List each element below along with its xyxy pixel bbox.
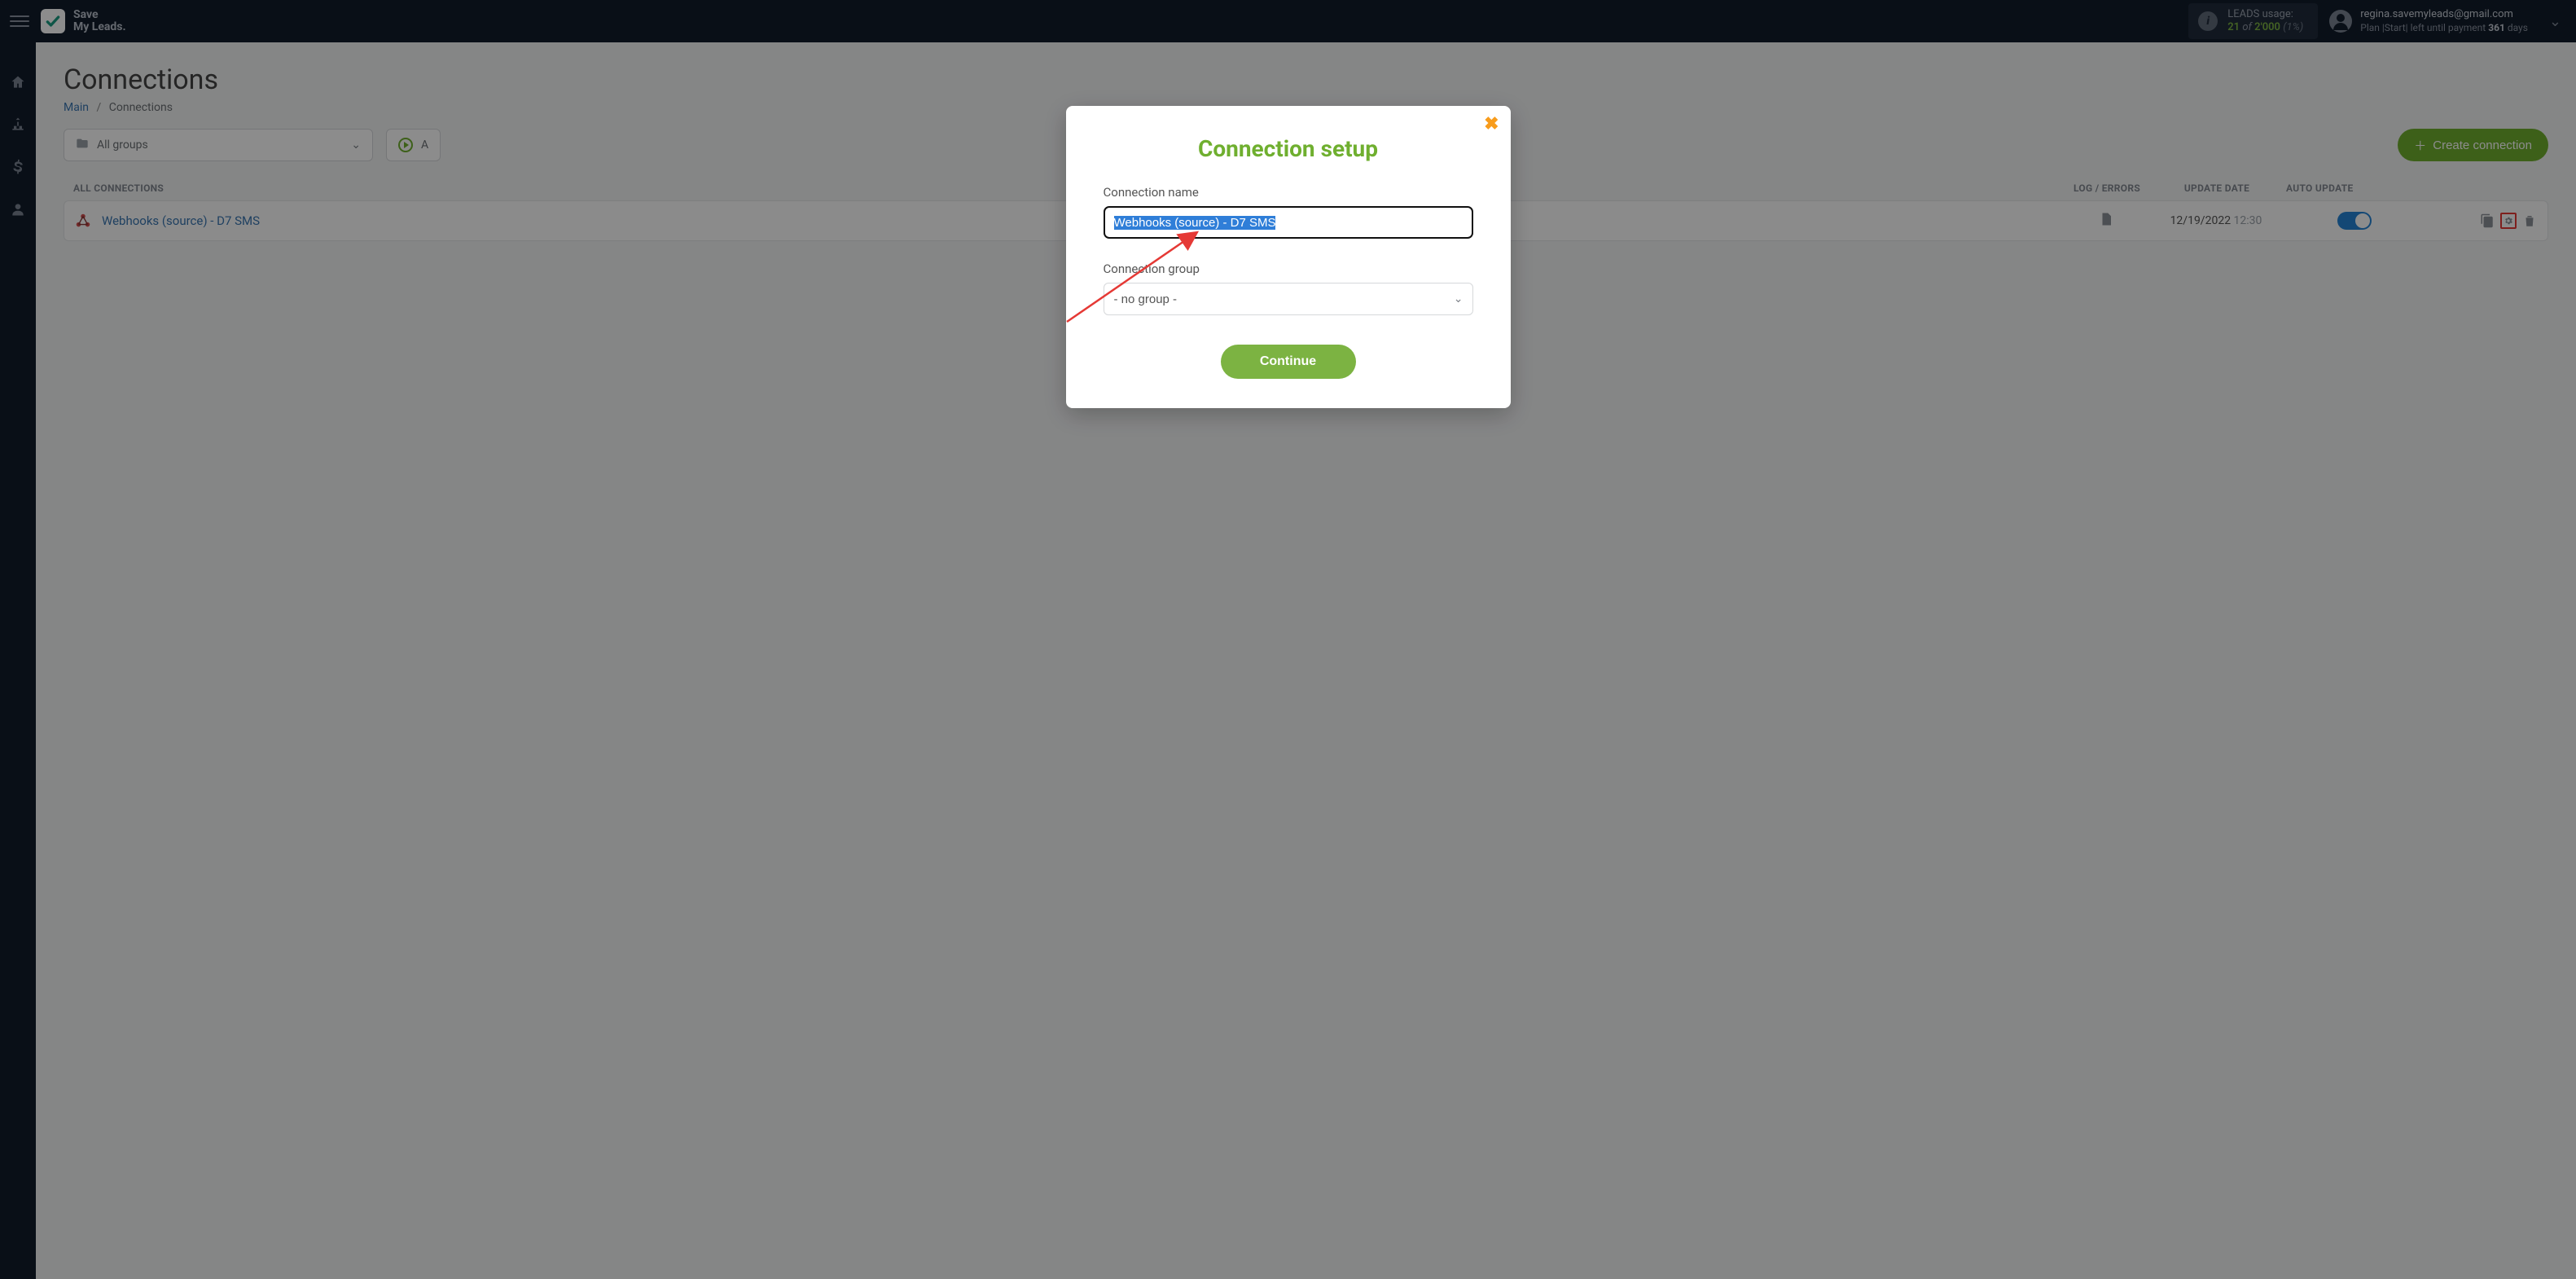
- continue-button[interactable]: Continue: [1221, 345, 1356, 379]
- connection-name-label: Connection name: [1104, 185, 1473, 200]
- continue-label: Continue: [1260, 354, 1316, 368]
- connection-group-select[interactable]: - no group -: [1104, 283, 1473, 315]
- close-icon[interactable]: ✖: [1484, 114, 1499, 134]
- connection-name-input[interactable]: [1104, 206, 1473, 239]
- connection-setup-modal: ✖ Connection setup Connection name Conne…: [1066, 106, 1511, 408]
- modal-title: Connection setup: [1104, 135, 1473, 162]
- connection-group-label: Connection group: [1104, 262, 1473, 276]
